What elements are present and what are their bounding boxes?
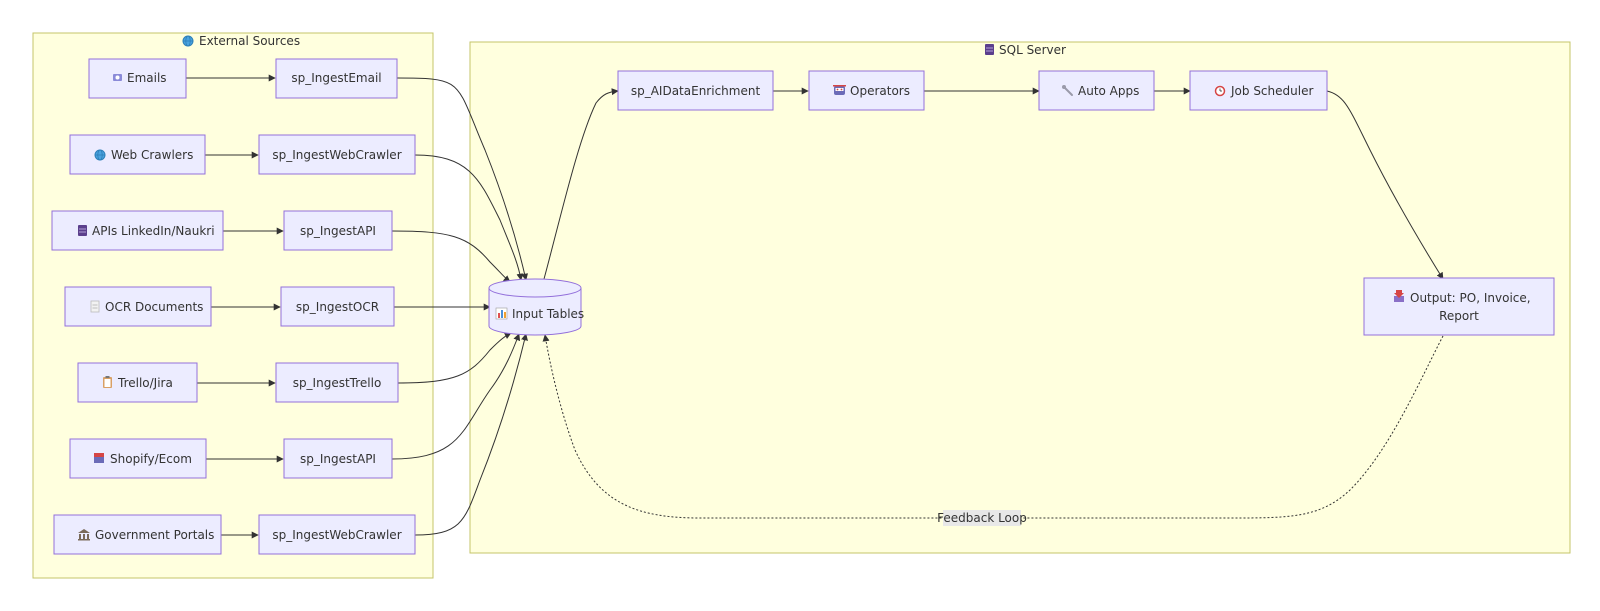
pipeline-node-operators[interactable]: Operators bbox=[808, 70, 925, 111]
feedback-label-text: Feedback Loop bbox=[937, 511, 1027, 525]
output-label-line1: Output: PO, Invoice, bbox=[1410, 291, 1531, 305]
pipeline-label: Job Scheduler bbox=[1230, 84, 1313, 98]
ingest-label: sp_IngestTrello bbox=[293, 376, 382, 390]
source-node-shopify[interactable]: Shopify/Ecom bbox=[69, 438, 207, 479]
cluster-label-sql: SQL Server bbox=[999, 43, 1066, 57]
feedback-loop-label: Feedback Loop bbox=[937, 510, 1027, 526]
globe-icon bbox=[94, 149, 106, 161]
ingest-label: sp_IngestWebCrawler bbox=[272, 148, 401, 162]
pipeline-label: Operators bbox=[850, 84, 910, 98]
source-label: Web Crawlers bbox=[111, 148, 193, 162]
source-node-trello[interactable]: Trello/Jira bbox=[77, 362, 198, 403]
source-label: OCR Documents bbox=[105, 300, 203, 314]
source-node-apis[interactable]: APIs LinkedIn/Naukri bbox=[51, 210, 224, 251]
source-label: Emails bbox=[127, 71, 167, 85]
pipeline-label: Auto Apps bbox=[1078, 84, 1139, 98]
alarm-clock-icon bbox=[1214, 85, 1226, 97]
cluster-label-external: External Sources bbox=[199, 34, 300, 48]
ingest-node-webcrawler-2[interactable]: sp_IngestWebCrawler bbox=[258, 514, 416, 555]
server-icon bbox=[985, 44, 994, 55]
source-node-ocr[interactable]: OCR Documents bbox=[64, 286, 212, 327]
input-tables-node[interactable]: Input Tables bbox=[488, 278, 584, 336]
ingest-label: sp_IngestAPI bbox=[300, 452, 376, 466]
bar-chart-icon bbox=[495, 307, 508, 320]
ingest-node-trello[interactable]: sp_IngestTrello bbox=[275, 362, 399, 403]
source-label: Trello/Jira bbox=[117, 376, 173, 390]
globe-icon bbox=[182, 35, 194, 47]
pipeline-node-enrichment[interactable]: sp_AIDataEnrichment bbox=[617, 70, 774, 111]
email-icon bbox=[113, 74, 122, 81]
ingest-node-api[interactable]: sp_IngestAPI bbox=[283, 210, 393, 251]
robot-icon bbox=[833, 85, 846, 95]
output-label-line2: Report bbox=[1439, 309, 1479, 323]
pipeline-node-scheduler[interactable]: Job Scheduler bbox=[1189, 70, 1328, 111]
document-icon bbox=[90, 300, 100, 313]
store-icon bbox=[94, 453, 104, 463]
server-icon bbox=[78, 225, 87, 236]
ingest-label: sp_IngestWebCrawler bbox=[272, 528, 401, 542]
ingest-node-api-2[interactable]: sp_IngestAPI bbox=[283, 438, 393, 479]
ingest-label: sp_IngestAPI bbox=[300, 224, 376, 238]
ingest-node-webcrawler[interactable]: sp_IngestWebCrawler bbox=[258, 134, 416, 175]
ingest-node-email[interactable]: sp_IngestEmail bbox=[275, 58, 398, 99]
source-node-emails[interactable]: Emails bbox=[88, 58, 187, 99]
ingest-node-ocr[interactable]: sp_IngestOCR bbox=[280, 286, 395, 327]
input-tables-label: Input Tables bbox=[512, 307, 584, 321]
ingest-label: sp_IngestEmail bbox=[291, 71, 381, 85]
output-node[interactable]: Output: PO, Invoice, Report bbox=[1363, 277, 1555, 336]
clipboard-icon bbox=[103, 376, 112, 388]
pipeline-label: sp_AIDataEnrichment bbox=[631, 84, 761, 98]
flow-diagram: External Sources SQL Server Feedback Loo… bbox=[32, 32, 1571, 579]
ingest-label: sp_IngestOCR bbox=[296, 300, 379, 314]
source-node-web-crawlers[interactable]: Web Crawlers bbox=[69, 134, 206, 175]
source-label: APIs LinkedIn/Naukri bbox=[92, 224, 215, 238]
source-label: Government Portals bbox=[95, 528, 214, 542]
source-label: Shopify/Ecom bbox=[110, 452, 192, 466]
source-node-government[interactable]: Government Portals bbox=[53, 514, 222, 555]
pipeline-node-autoapps[interactable]: Auto Apps bbox=[1038, 70, 1155, 111]
